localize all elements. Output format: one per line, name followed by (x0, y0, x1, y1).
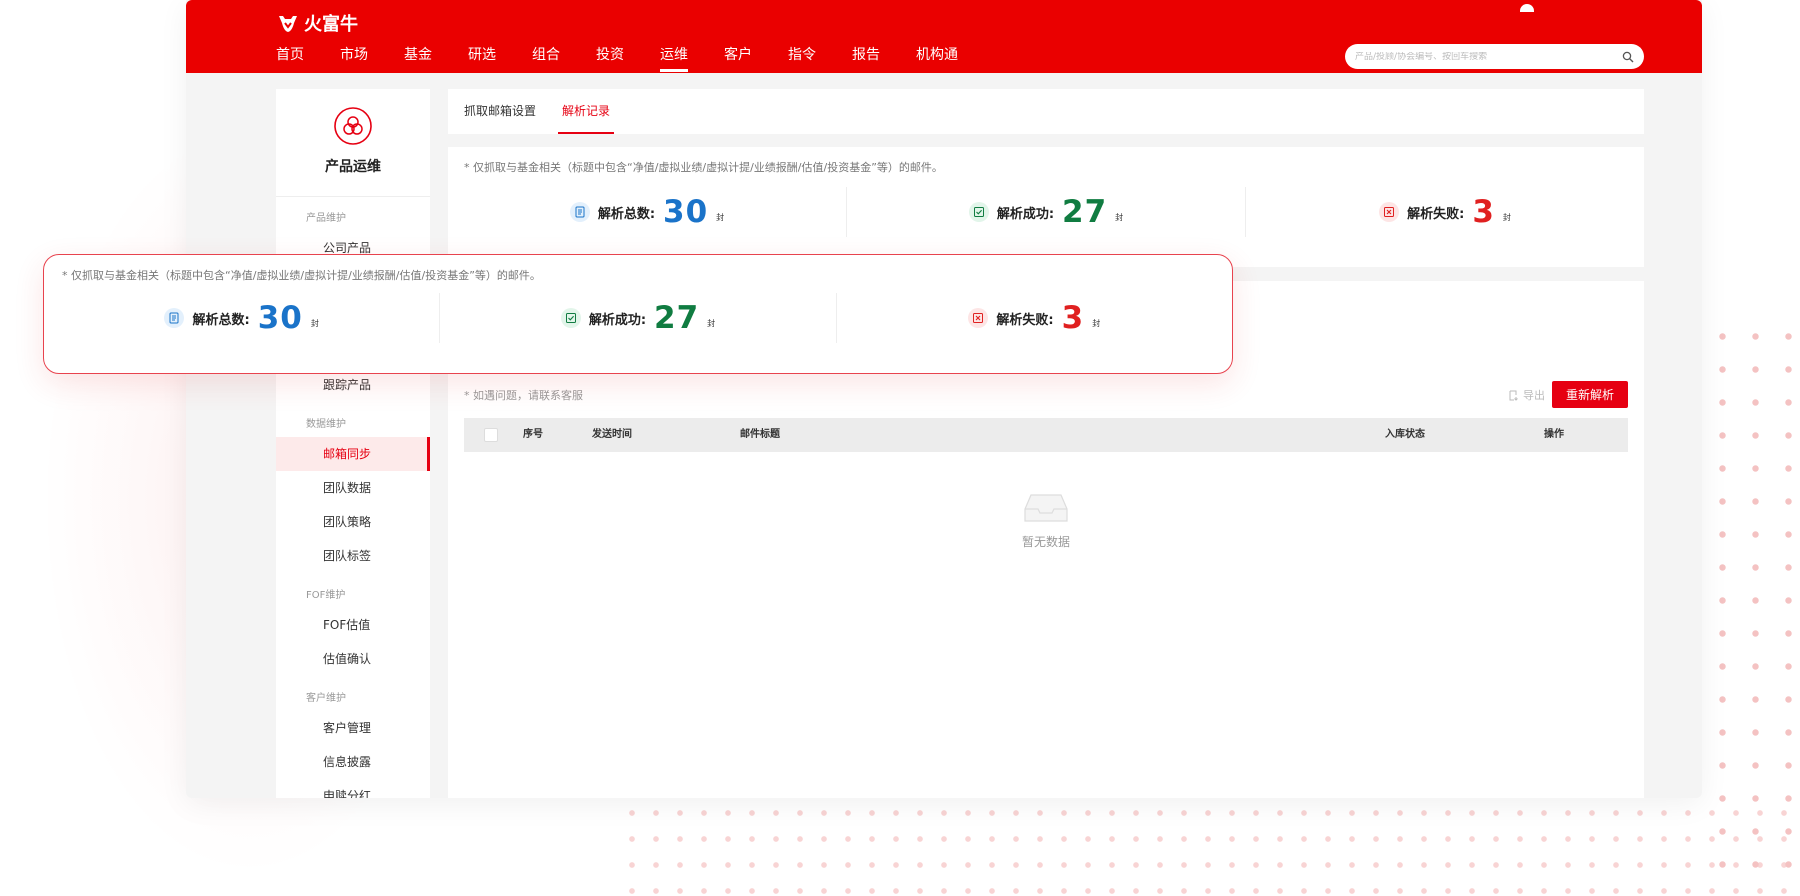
document-icon (569, 202, 590, 222)
stat-failed-label: 解析失败: (1407, 206, 1465, 222)
top-navigation-bar: 火富牛 首页 市场 基金 研选 组合 投资 运维 客户 指令 报告 机构通 (186, 0, 1702, 73)
select-all-checkbox[interactable] (484, 428, 498, 442)
callout-stats-row: 解析总数: 30 封 解析成功: 27 封 解析失败: 3 封 (44, 293, 1232, 343)
nav-item-fund[interactable]: 基金 (404, 44, 432, 72)
column-seq[interactable]: 序号 (523, 418, 543, 452)
nav-item-research[interactable]: 研选 (468, 44, 496, 72)
reparse-button[interactable]: 重新解析 (1552, 381, 1628, 408)
sidebar-item-team-tags[interactable]: 团队标签 (276, 539, 430, 573)
search-input[interactable] (1355, 51, 1622, 62)
callout-failed-label: 解析失败: (996, 312, 1054, 328)
bull-logo-icon (279, 16, 297, 32)
tab-bar: 抓取邮箱设置 解析记录 (448, 89, 1644, 134)
screenshot-stage: 火富牛 首页 市场 基金 研选 组合 投资 运维 客户 指令 报告 机构通 产品… (0, 0, 1800, 896)
empty-label: 暂无数据 (1021, 535, 1070, 549)
error-icon (1379, 202, 1400, 222)
empty-state: 暂无数据 (448, 491, 1644, 550)
stats-note: * 仅抓取与基金相关（标题中包含“净值/虚拟业绩/虚拟计提/业绩报酬/估值/投资… (464, 161, 943, 174)
export-label: 导出 (1523, 389, 1545, 402)
column-status[interactable]: 入库状态 (1385, 418, 1425, 452)
sidebar-item-email-sync[interactable]: 邮箱同步 (276, 437, 430, 471)
sidebar-title: 产品运维 (325, 159, 381, 175)
column-send-time[interactable]: 发送时间 (592, 418, 632, 452)
stat-failed: 解析失败: 3 封 (1246, 187, 1644, 237)
stats-row: 解析总数: 30 封 解析成功: 27 封 解析失败: 3 封 (448, 187, 1644, 237)
decorative-dots-right (1706, 320, 1800, 880)
table-note: * 如遇问题，请联系客服 (464, 389, 583, 402)
callout-stat-failed: 解析失败: 3 封 (837, 293, 1232, 343)
zoomed-stats-callout: * 仅抓取与基金相关（标题中包含“净值/虚拟业绩/虚拟计提/业绩报酬/估值/投资… (43, 254, 1233, 374)
sidebar-group-product: 产品维护 (306, 213, 346, 224)
callout-note: * 仅抓取与基金相关（标题中包含“净值/虚拟业绩/虚拟计提/业绩报酬/估值/投资… (62, 269, 541, 282)
check-icon (968, 202, 989, 222)
empty-inbox-icon (1024, 494, 1068, 522)
stat-total-value: 30 (663, 194, 709, 230)
nav-item-market[interactable]: 市场 (340, 44, 368, 72)
sidebar: 产品运维 产品维护 公司产品 跟踪产品 数据维护 邮箱同步 团队数据 团队策略 … (276, 89, 430, 798)
sidebar-item-dividend[interactable]: 申赎分红 (276, 779, 430, 798)
stat-success-label: 解析成功: (996, 206, 1055, 222)
sidebar-item-team-data[interactable]: 团队数据 (276, 471, 430, 505)
sidebar-group-data: 数据维护 (306, 419, 346, 430)
column-action[interactable]: 操作 (1544, 418, 1564, 452)
sidebar-group-customer: 客户维护 (306, 693, 346, 704)
stat-success: 解析成功: 27 封 (847, 187, 1246, 237)
sidebar-header: 产品运维 (276, 89, 430, 197)
nav-item-invest[interactable]: 投资 (596, 44, 624, 72)
error-icon (968, 308, 989, 328)
nav-item-institution[interactable]: 机构通 (916, 44, 958, 72)
nav-item-portfolio[interactable]: 组合 (532, 44, 560, 72)
app-window: 火富牛 首页 市场 基金 研选 组合 投资 运维 客户 指令 报告 机构通 产品… (186, 0, 1702, 798)
callout-success-unit: 封 (707, 318, 716, 328)
nav-item-operations[interactable]: 运维 (660, 44, 688, 72)
nav-item-instruction[interactable]: 指令 (788, 44, 816, 72)
brand-name: 火富牛 (304, 14, 358, 35)
nav-item-customer[interactable]: 客户 (724, 44, 752, 72)
stat-failed-value: 3 (1472, 194, 1495, 230)
document-icon (164, 308, 185, 328)
callout-stat-success: 解析成功: 27 封 (440, 293, 837, 343)
nav-item-report[interactable]: 报告 (852, 44, 880, 72)
callout-total-unit: 封 (310, 318, 319, 328)
sidebar-item-customer-mgmt[interactable]: 客户管理 (276, 711, 430, 745)
stat-total-unit: 封 (716, 212, 725, 222)
sidebar-item-disclosure[interactable]: 信息披露 (276, 745, 430, 779)
umbrella-icon[interactable] (1520, 4, 1534, 12)
callout-failed-value: 3 (1061, 300, 1085, 336)
callout-total-value: 30 (257, 300, 303, 336)
sidebar-item-team-strategy[interactable]: 团队策略 (276, 505, 430, 539)
table-header: 序号 发送时间 邮件标题 入库状态 操作 (464, 418, 1628, 452)
callout-stat-total: 解析总数: 30 封 (44, 293, 441, 343)
check-icon (560, 308, 581, 328)
search-icon[interactable] (1622, 51, 1634, 63)
decorative-dots-bottom (620, 800, 1800, 896)
nav-item-home[interactable]: 首页 (276, 44, 304, 72)
tab-fetch-settings[interactable]: 抓取邮箱设置 (464, 89, 536, 134)
sidebar-item-valuation-confirm[interactable]: 估值确认 (276, 642, 430, 676)
callout-total-label: 解析总数: (192, 312, 250, 328)
stat-total-label: 解析总数: (597, 206, 656, 222)
stat-success-unit: 封 (1115, 212, 1124, 222)
callout-success-value: 27 (654, 300, 700, 336)
export-icon (1509, 390, 1518, 401)
callout-success-label: 解析成功: (588, 312, 647, 328)
main-nav: 首页 市场 基金 研选 组合 投资 运维 客户 指令 报告 机构通 (276, 44, 994, 72)
callout-failed-unit: 封 (1092, 318, 1101, 328)
operations-module-icon (334, 107, 372, 145)
stat-total: 解析总数: 30 封 (448, 187, 847, 237)
column-subject[interactable]: 邮件标题 (740, 418, 780, 452)
tab-parse-records[interactable]: 解析记录 (558, 89, 615, 134)
sidebar-item-fof-valuation[interactable]: FOF估值 (276, 608, 430, 642)
sidebar-group-fof: FOF维护 (306, 590, 346, 601)
stat-failed-unit: 封 (1502, 212, 1511, 222)
export-button[interactable]: 导出 (1508, 387, 1545, 403)
stats-card: * 仅抓取与基金相关（标题中包含“净值/虚拟业绩/虚拟计提/业绩报酬/估值/投资… (448, 147, 1644, 267)
stat-success-value: 27 (1062, 194, 1108, 230)
brand-logo[interactable]: 火富牛 (276, 10, 358, 36)
global-search (1345, 44, 1644, 69)
